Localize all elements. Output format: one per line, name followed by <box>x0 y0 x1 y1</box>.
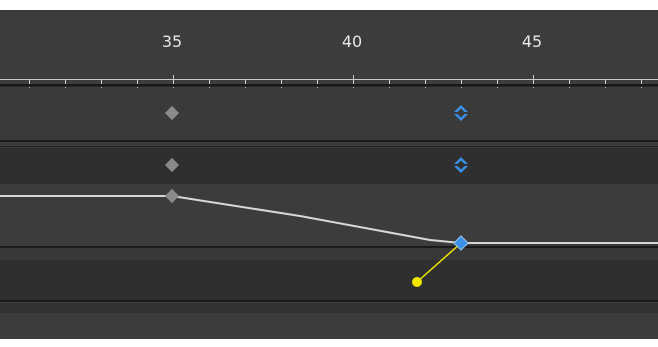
track-gap <box>0 303 658 313</box>
track-row-1[interactable] <box>0 90 658 140</box>
ruler-label-45: 45 <box>521 32 543 51</box>
bezier-keyframe-icon[interactable] <box>452 104 470 122</box>
track-row-bottom[interactable] <box>0 313 658 339</box>
track-separator <box>0 140 658 142</box>
ruler-label-35: 35 <box>161 32 183 51</box>
curve-track-divider <box>0 248 658 260</box>
track-separator <box>0 86 658 87</box>
panel-top-edge <box>0 0 658 10</box>
timeline-panel: 35 40 45 <box>0 0 658 347</box>
bezier-keyframe-icon[interactable] <box>452 156 470 174</box>
panel-bottom-edge <box>0 339 658 347</box>
curve-track-lower[interactable] <box>0 260 658 302</box>
track-row-2[interactable] <box>0 148 658 184</box>
ruler-baseline <box>0 79 658 80</box>
tangent-handle-icon[interactable] <box>412 277 422 287</box>
selected-curve-keyframe-icon[interactable] <box>452 234 470 252</box>
diamond-keyframe-icon[interactable] <box>164 157 180 173</box>
time-ruler[interactable]: 35 40 45 <box>0 10 658 88</box>
ruler-label-40: 40 <box>341 32 363 51</box>
curve-track-upper[interactable] <box>0 186 658 246</box>
track-separator <box>0 146 658 147</box>
diamond-keyframe-icon[interactable] <box>164 105 180 121</box>
track-separator <box>0 300 658 302</box>
